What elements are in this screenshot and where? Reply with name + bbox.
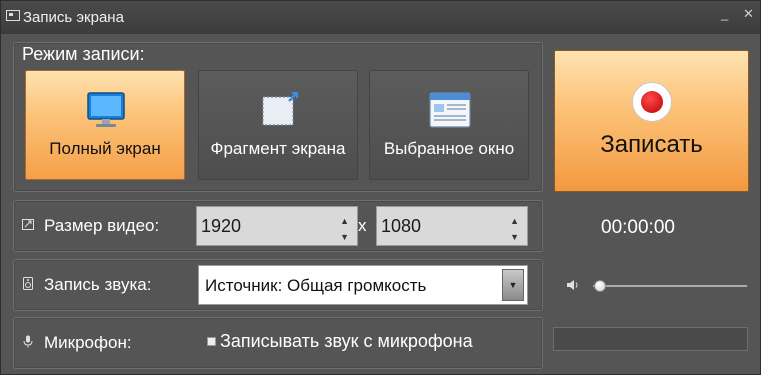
- size-separator: x: [358, 216, 367, 235]
- record-mode-panel: Режим записи: Полный экран Фрагмент экра…: [13, 42, 543, 192]
- full-screen-label: Полный экран: [49, 139, 161, 158]
- audio-record-label: Запись звука:: [44, 275, 152, 294]
- audio-device-icon: [23, 277, 33, 290]
- full-screen-button[interactable]: Полный экран: [25, 70, 185, 180]
- video-width-input[interactable]: 1920 ▲ ▼: [196, 206, 358, 246]
- audio-source-select[interactable]: Источник: Общая громкость ▼: [198, 265, 528, 305]
- microphone-label: Микрофон:: [44, 333, 132, 352]
- video-height-stepper[interactable]: ▲ ▼: [510, 213, 519, 245]
- volume-slider-thumb[interactable]: [594, 280, 606, 292]
- microphone-icon: [23, 335, 33, 348]
- width-down-icon[interactable]: ▼: [340, 229, 349, 245]
- recording-timer: 00:00:00: [601, 217, 675, 238]
- window-title: Запись экрана: [23, 9, 124, 26]
- record-dot: [641, 91, 663, 113]
- video-height-value: 1080: [381, 216, 422, 236]
- width-up-icon[interactable]: ▲: [340, 213, 349, 229]
- screen-fragment-label: Фрагмент экрана: [210, 139, 346, 158]
- record-mode-title: Режим записи:: [22, 44, 145, 64]
- record-button[interactable]: Записать: [554, 50, 749, 192]
- microphone-checkbox[interactable]: [207, 337, 216, 346]
- audio-source-value: Источник: Общая громкость: [205, 276, 427, 295]
- mic-level-meter: [553, 327, 748, 351]
- title-bar[interactable]: Запись экрана _ ✕: [1, 1, 760, 34]
- record-label: Записать: [600, 131, 703, 158]
- minimize-button[interactable]: _: [721, 6, 728, 21]
- height-up-icon[interactable]: ▲: [510, 213, 519, 229]
- resize-icon: [22, 219, 34, 230]
- video-size-label: Размер видео:: [44, 216, 160, 235]
- video-size-row: Размер видео: 1920 ▲ ▼ x 1080 ▲ ▼: [13, 200, 543, 252]
- close-button[interactable]: ✕: [743, 6, 754, 22]
- microphone-row: Микрофон: Записывать звук с микрофона: [13, 317, 543, 369]
- app-icon: [6, 10, 20, 21]
- audio-record-row: Запись звука: Источник: Общая громкость …: [13, 259, 543, 311]
- microphone-checkbox-label[interactable]: Записывать звук с микрофона: [220, 331, 473, 352]
- video-height-input[interactable]: 1080 ▲ ▼: [376, 206, 528, 246]
- speaker-icon: [567, 280, 578, 290]
- video-width-stepper[interactable]: ▲ ▼: [340, 213, 349, 245]
- record-icon: [632, 82, 672, 122]
- selected-window-button[interactable]: Выбранное окно: [369, 70, 529, 180]
- monitor-icon: [87, 92, 125, 127]
- video-width-value: 1920: [201, 216, 242, 236]
- volume-slider-track[interactable]: [593, 285, 747, 287]
- selected-window-label: Выбранное окно: [383, 139, 515, 158]
- screen-fragment-button[interactable]: Фрагмент экрана: [198, 70, 358, 180]
- height-down-icon[interactable]: ▼: [510, 229, 519, 245]
- window-icon: [429, 92, 471, 128]
- fragment-select-icon: [262, 92, 298, 126]
- screen-record-window: Запись экрана _ ✕ Режим записи: Полный э…: [0, 0, 761, 375]
- chevron-down-icon[interactable]: ▼: [502, 269, 524, 301]
